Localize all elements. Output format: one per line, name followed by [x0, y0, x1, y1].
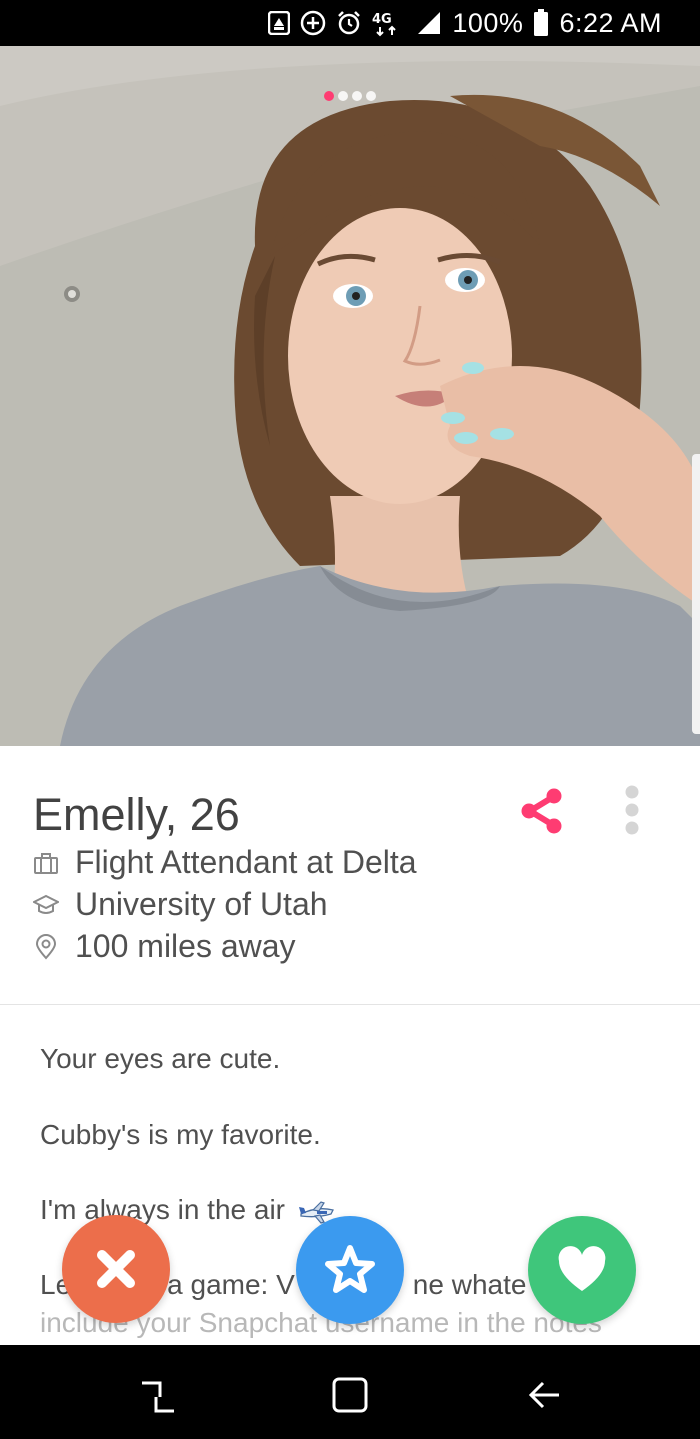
bio-line: Your eyes are cute. [40, 1043, 281, 1074]
profile-photo-illustration [0, 46, 700, 746]
photo-pager-dot[interactable] [324, 91, 334, 101]
name-age-separator: , [164, 789, 190, 840]
add-circle-icon [300, 10, 326, 36]
school-text: University of Utah [75, 886, 328, 922]
like-button[interactable] [528, 1216, 636, 1324]
home-icon [332, 1377, 368, 1413]
share-button[interactable] [517, 786, 567, 836]
graduation-cap-icon [33, 892, 59, 918]
briefcase-icon [33, 850, 59, 876]
recent-apps-button[interactable] [138, 1375, 178, 1415]
photo-pager [0, 91, 700, 101]
distance-row: 100 miles away [33, 928, 296, 965]
photo-pager-dot[interactable] [352, 91, 362, 101]
more-options-button[interactable] [620, 784, 644, 836]
alarm-icon [336, 10, 362, 36]
job-text: Flight Attendant at Delta [75, 844, 417, 880]
location-pin-icon [33, 933, 59, 960]
back-button[interactable] [525, 1375, 565, 1415]
system-nav-bar [0, 1345, 700, 1439]
nope-button[interactable] [62, 1215, 170, 1323]
lte-icon: 4G [372, 9, 406, 37]
profile-age: 26 [189, 789, 240, 840]
scroll-handle[interactable] [692, 454, 700, 734]
photo-pager-dot[interactable] [366, 91, 376, 101]
bio-fragment: a game: V [167, 1269, 295, 1300]
more-vertical-icon [625, 785, 639, 835]
share-icon [521, 788, 562, 834]
bio-line-text: I'm always in the air [40, 1194, 285, 1225]
signal-icon [416, 10, 442, 36]
close-icon [97, 1250, 135, 1288]
bio-fragment: ne whate [412, 1269, 527, 1300]
profile-name: Emelly [33, 789, 165, 840]
heart-icon [558, 1246, 606, 1291]
super-like-button[interactable] [296, 1216, 404, 1324]
clock: 6:22 AM [559, 7, 662, 38]
photo-pager-dot[interactable] [338, 91, 348, 101]
notification-badge-icon [268, 11, 291, 35]
star-icon [325, 1245, 375, 1293]
bio-line: I'm always in the air [40, 1194, 337, 1226]
recent-apps-icon [142, 1381, 174, 1413]
back-arrow-icon [528, 1381, 559, 1409]
home-button[interactable] [330, 1375, 370, 1415]
distance-text: 100 miles away [75, 928, 296, 964]
battery-percent: 100% [452, 7, 524, 38]
profile-name-line: Emelly, 26 [33, 789, 240, 841]
job-row: Flight Attendant at Delta [33, 844, 417, 881]
school-row: University of Utah [33, 886, 328, 923]
profile-photo[interactable] [0, 46, 700, 746]
status-bar: 4G 100% 6:22 AM [0, 0, 700, 46]
profile-info: Emelly, 26 Flight Attendant at Delta Uni… [0, 746, 700, 1005]
bio-line: Cubby's is my favorite. [40, 1119, 321, 1150]
network-label: 4G [372, 12, 392, 27]
battery-icon [533, 9, 549, 37]
